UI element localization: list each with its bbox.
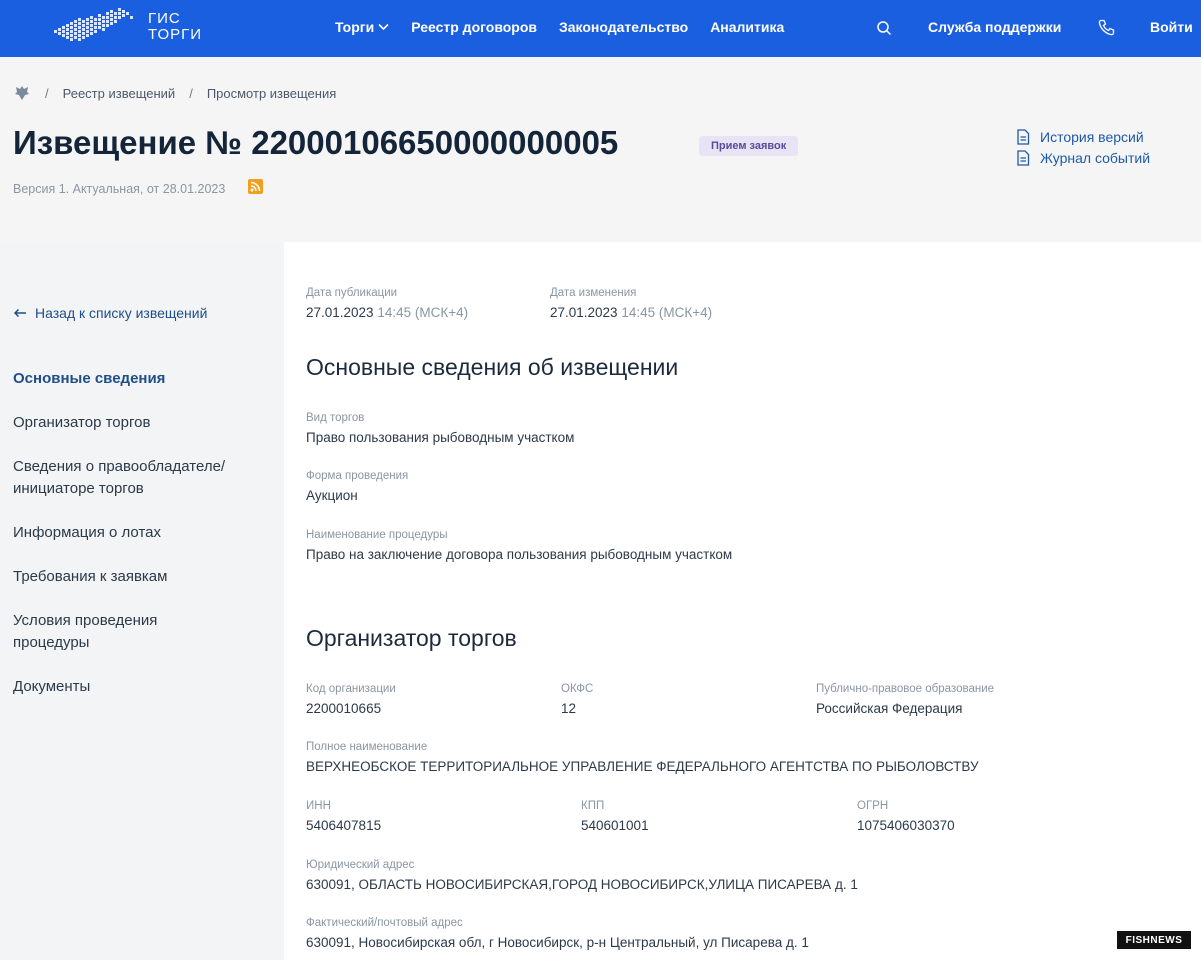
- field-value: 1075406030370: [857, 818, 955, 833]
- field-label: Публично-правовое образование: [816, 683, 995, 695]
- field-value: Право пользования рыбоводным участком: [306, 430, 575, 445]
- site-logo[interactable]: ГИС ТОРГИ: [52, 6, 202, 48]
- main-content: Дата публикации 27.01.2023 14:45 (МСК+4)…: [284, 242, 1201, 960]
- field-value: Аукцион: [306, 488, 358, 503]
- rss-icon[interactable]: [248, 179, 263, 194]
- menu-item-conditions[interactable]: Условия проведения процедуры: [13, 610, 203, 654]
- field-kpp: КПП 540601001: [581, 800, 649, 833]
- field-value: Российская Федерация: [816, 701, 963, 716]
- fishnews-watermark: FISHNEWS: [1117, 931, 1191, 949]
- field-procedure-name: Наименование процедуры Право на заключен…: [306, 529, 732, 562]
- field-org-code: Код организации 2200010665: [306, 683, 396, 716]
- field-label: Дата изменения: [550, 287, 637, 299]
- nav-item-torgi[interactable]: Торги: [335, 19, 389, 35]
- field-auction-type: Вид торгов Право пользования рыбоводным …: [306, 412, 574, 445]
- login-button[interactable]: Войти: [1150, 19, 1193, 35]
- page-title: Извещение № 22000106650000000005: [13, 124, 619, 161]
- breadcrumb: / Реестр извещений / Просмотр извещения: [13, 84, 336, 102]
- field-label: Дата публикации: [306, 287, 398, 299]
- menu-item-requirements[interactable]: Требования к заявкам: [13, 566, 263, 588]
- event-log-link[interactable]: Журнал событий: [1016, 147, 1150, 168]
- breadcrumb-separator: /: [189, 85, 193, 101]
- coat-of-arms-icon[interactable]: [13, 84, 31, 102]
- document-icon: [1017, 149, 1030, 166]
- document-icon: [1017, 128, 1030, 145]
- date: 27.01.2023: [550, 305, 618, 320]
- field-label: Форма проведения: [306, 470, 409, 482]
- back-to-list-link[interactable]: Назад к списку извещений: [13, 305, 207, 321]
- nav-item-contract-registry[interactable]: Реестр договоров: [411, 19, 537, 35]
- section-title-basic: Основные сведения об извещении: [306, 354, 679, 380]
- nav-label: Торги: [335, 19, 375, 35]
- field-label: КПП: [581, 800, 605, 812]
- russia-map-logo-icon: [54, 8, 133, 41]
- field-value: 2200010665: [306, 701, 382, 716]
- field-value: 27.01.2023 14:45 (МСК+4): [550, 305, 712, 320]
- field-okfs: ОКФС 12: [561, 683, 593, 716]
- breadcrumb-separator: /: [45, 85, 49, 101]
- time: 14:45 (МСК+4): [377, 305, 469, 320]
- field-label: ИНН: [306, 800, 331, 812]
- time: 14:45 (МСК+4): [621, 305, 713, 320]
- section-menu: Основные сведения Организатор торгов Све…: [13, 368, 263, 720]
- field-label: ОГРН: [857, 800, 889, 812]
- main-nav: Торги Реестр договоров Законодательство …: [335, 19, 784, 35]
- phone-icon[interactable]: [1098, 19, 1115, 36]
- field-value: 630091, Новосибирская обл, г Новосибирск…: [306, 935, 809, 950]
- logo-line-2: ТОРГИ: [148, 26, 203, 43]
- field-value: 27.01.2023 14:45 (МСК+4): [306, 305, 468, 320]
- menu-item-lots[interactable]: Информация о лотах: [13, 522, 263, 544]
- menu-item-rights-holder[interactable]: Сведения о правообладателе/ инициаторе т…: [13, 456, 253, 500]
- field-inn: ИНН 5406407815: [306, 800, 381, 833]
- field-value: 5406407815: [306, 818, 382, 833]
- header-side-links: История версий Журнал событий: [1016, 126, 1150, 168]
- version-info: Версия 1. Актуальная, от 28.01.2023: [13, 182, 226, 196]
- field-value: 540601001: [581, 818, 649, 833]
- menu-item-documents[interactable]: Документы: [13, 676, 263, 698]
- field-postal-address: Фактический/почтовый адрес 630091, Новос…: [306, 917, 809, 950]
- field-label: Фактический/почтовый адрес: [306, 917, 463, 929]
- field-value: 12: [561, 701, 577, 716]
- field-label: ОКФС: [561, 683, 594, 695]
- left-sidebar: Назад к списку извещений Основные сведен…: [0, 242, 284, 960]
- top-navigation-bar: ГИС ТОРГИ Торги Реестр договоров Законод…: [0, 0, 1201, 57]
- nav-item-legislation[interactable]: Законодательство: [559, 19, 688, 35]
- version-history-link[interactable]: История версий: [1016, 126, 1150, 147]
- event-log-label: Журнал событий: [1040, 149, 1151, 166]
- field-label: Юридический адрес: [306, 859, 415, 871]
- support-link[interactable]: Служба поддержки: [928, 19, 1061, 35]
- nav-label: Аналитика: [710, 19, 785, 35]
- field-value: 630091, ОБЛАСТЬ НОВОСИБИРСКАЯ,ГОРОД НОВО…: [306, 877, 858, 892]
- field-public-entity: Публично-правовое образование Российская…: [816, 683, 994, 716]
- nav-label: Законодательство: [559, 19, 689, 35]
- back-link-label: Назад к списку извещений: [35, 305, 208, 321]
- field-change-date: Дата изменения 27.01.2023 14:45 (МСК+4): [550, 287, 712, 320]
- nav-item-analytics[interactable]: Аналитика: [710, 19, 784, 35]
- field-legal-address: Юридический адрес 630091, ОБЛАСТЬ НОВОСИ…: [306, 859, 858, 892]
- breadcrumb-item-current: Просмотр извещения: [206, 85, 337, 101]
- field-form: Форма проведения Аукцион: [306, 470, 408, 503]
- date: 27.01.2023: [306, 305, 374, 320]
- menu-item-organizer[interactable]: Организатор торгов: [13, 412, 263, 434]
- breadcrumb-item-registry[interactable]: Реестр извещений: [63, 86, 176, 101]
- logo-line-1: ГИС: [148, 10, 181, 27]
- chevron-down-icon: [378, 23, 389, 31]
- field-full-name: Полное наименование ВЕРХНЕОБСКОЕ ТЕРРИТО…: [306, 741, 979, 774]
- section-title-organizer: Организатор торгов: [306, 625, 517, 651]
- field-value: ВЕРХНЕОБСКОЕ ТЕРРИТОРИАЛЬНОЕ УПРАВЛЕНИЕ …: [306, 759, 979, 774]
- field-publication-date: Дата публикации 27.01.2023 14:45 (МСК+4): [306, 287, 468, 320]
- field-label: Полное наименование: [306, 741, 428, 753]
- version-history-label: История версий: [1040, 128, 1144, 145]
- status-badge: Прием заявок: [699, 136, 799, 156]
- arrow-left-icon: [13, 308, 26, 318]
- logo-text: ГИС ТОРГИ: [148, 11, 202, 43]
- field-label: Код организации: [306, 683, 396, 695]
- menu-item-basic-info[interactable]: Основные сведения: [13, 368, 263, 390]
- nav-label: Реестр договоров: [411, 19, 537, 35]
- field-label: Вид торгов: [306, 412, 365, 424]
- field-value: Право на заключение договора пользования…: [306, 547, 733, 562]
- field-label: Наименование процедуры: [306, 529, 448, 541]
- search-icon[interactable]: [876, 20, 892, 36]
- field-ogrn: ОГРН 1075406030370: [857, 800, 955, 833]
